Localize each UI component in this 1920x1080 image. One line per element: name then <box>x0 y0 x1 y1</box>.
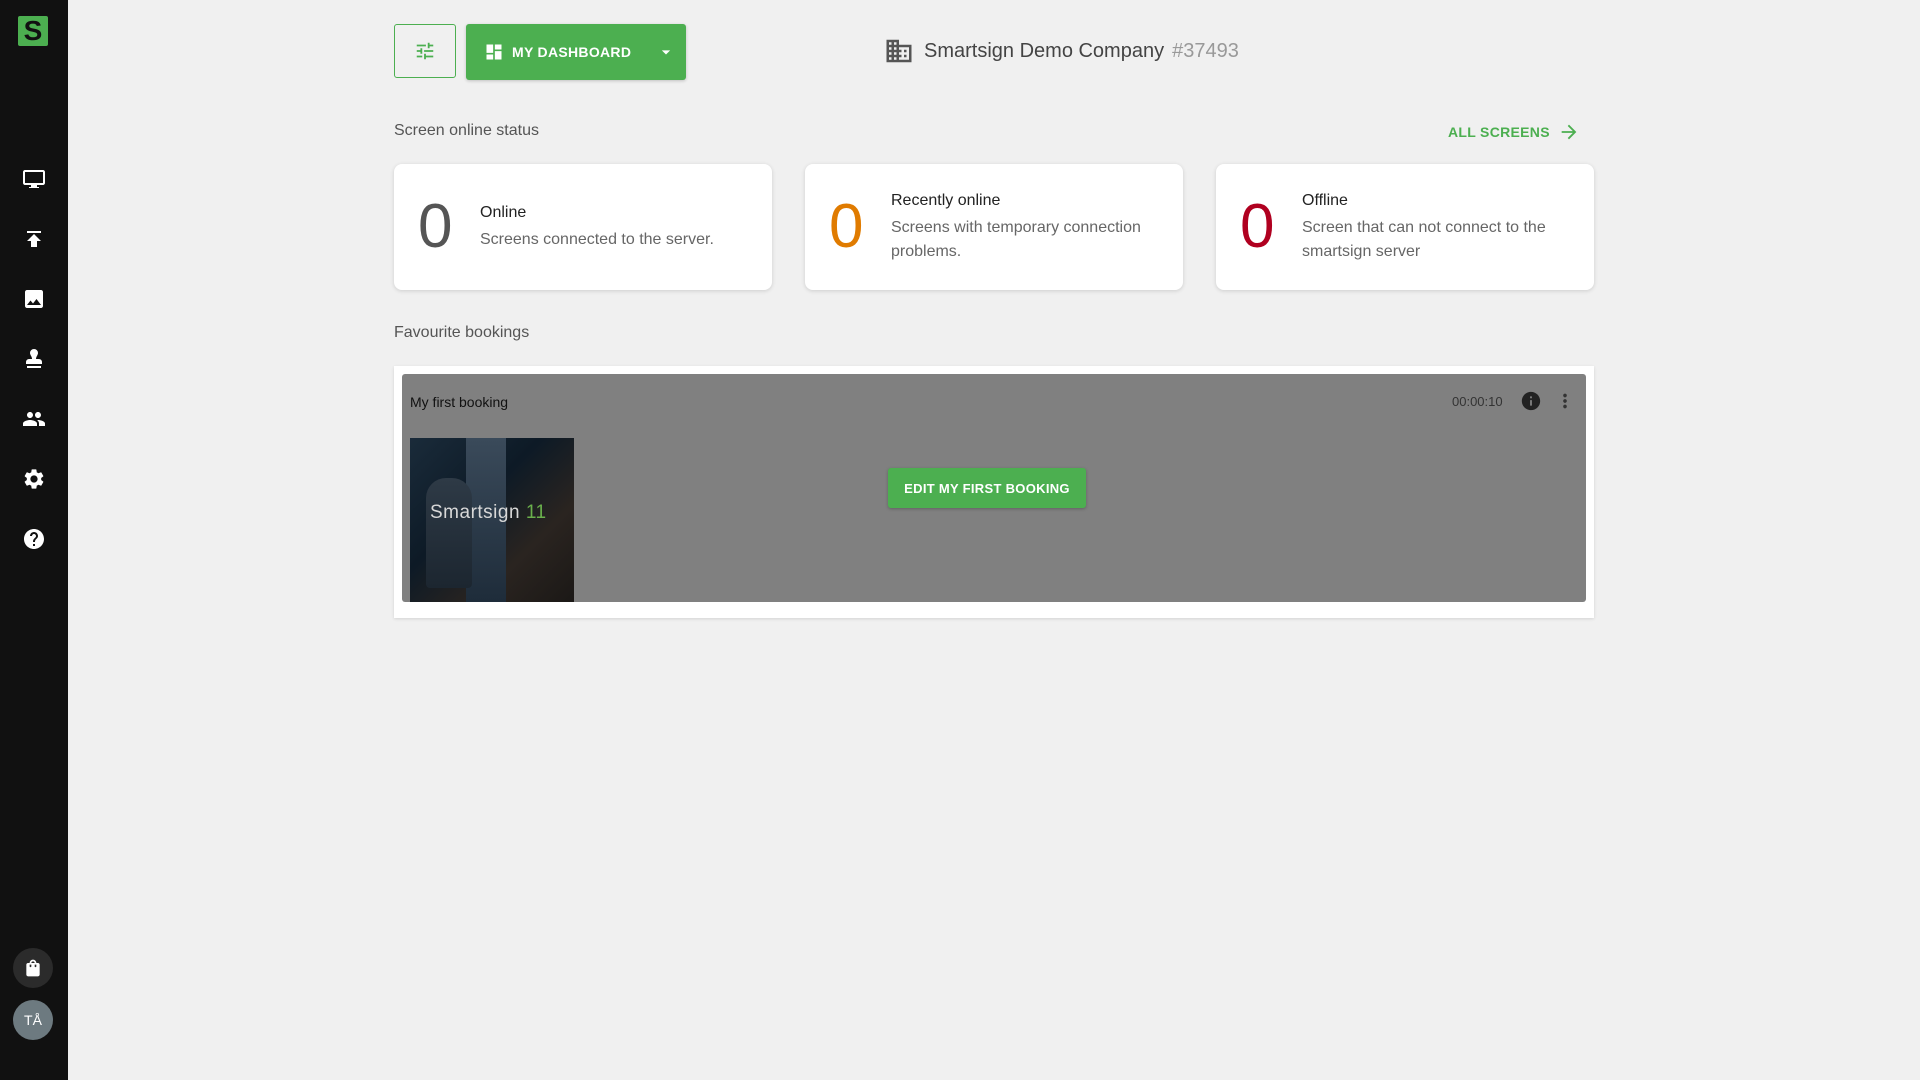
shop-button[interactable] <box>13 948 53 988</box>
sidebar-item-bookings[interactable] <box>0 335 68 383</box>
company-id: #37493 <box>1172 39 1239 62</box>
arrow-right-icon <box>1561 124 1577 140</box>
upload-icon <box>27 231 41 247</box>
sidebar-item-publish[interactable] <box>0 215 68 263</box>
offline-description: Screen that can not connect to the smart… <box>1302 219 1546 260</box>
booking-title: My first booking <box>410 394 509 410</box>
edit-booking-button[interactable]: EDIT MY FIRST BOOKING <box>888 468 1086 508</box>
building-icon <box>886 39 912 63</box>
online-count: 0 <box>418 192 453 261</box>
dashboard-icon <box>486 44 502 60</box>
company-header: Smartsign Demo Company #37493 <box>884 36 1239 66</box>
booking-card[interactable]: My first booking 00:00:10 Smartsign 11 E… <box>402 374 1586 602</box>
sidebar-item-users[interactable] <box>0 395 68 443</box>
sidebar-item-help[interactable] <box>0 515 68 563</box>
sidebar-item-screens[interactable] <box>0 155 68 203</box>
stamp-icon <box>26 349 42 368</box>
online-title: Online <box>480 204 527 221</box>
user-avatar[interactable]: TÅ <box>13 1000 53 1040</box>
people-icon <box>23 412 45 426</box>
thumbnail-brand-text: Smartsign <box>430 502 521 523</box>
recently-online-title: Recently online <box>891 192 1001 209</box>
offline-title: Offline <box>1302 192 1348 209</box>
company-name: Smartsign Demo Company <box>924 39 1165 62</box>
gear-icon <box>24 469 44 489</box>
status-card-online[interactable]: 0 Online Screens connected to the server… <box>394 164 772 290</box>
booking-duration: 00:00:10 <box>1452 394 1503 409</box>
image-icon <box>25 290 43 308</box>
favourite-bookings-panel: My first booking 00:00:10 Smartsign 11 E… <box>394 366 1594 618</box>
thumbnail-person <box>426 478 472 588</box>
dashboard-selector-button[interactable]: MY DASHBOARD <box>466 24 686 80</box>
booking-thumbnail[interactable]: Smartsign 11 <box>410 438 574 602</box>
screen-status-title: Screen online status <box>394 122 539 139</box>
info-icon[interactable] <box>1520 390 1542 412</box>
online-description: Screens connected to the server. <box>480 231 714 248</box>
help-icon <box>24 529 44 549</box>
tune-icon <box>416 42 434 60</box>
dashboard-label: MY DASHBOARD <box>512 44 632 60</box>
thumbnail-brand-number: 11 <box>525 502 547 523</box>
smartsign-logo[interactable]: S <box>18 16 48 46</box>
all-screens-link[interactable]: ALL SCREENS <box>1448 120 1580 144</box>
offline-count: 0 <box>1240 192 1275 261</box>
sidebar: S TÅ <box>0 0 68 1080</box>
thumbnail-brand: Smartsign 11 <box>430 502 547 524</box>
caret-down-icon[interactable] <box>656 42 676 62</box>
monitor-icon <box>23 170 45 188</box>
shopping-bag-icon <box>26 959 40 977</box>
more-vert-icon[interactable] <box>1554 390 1576 412</box>
status-card-offline[interactable]: 0 Offline Screen that can not connect to… <box>1216 164 1594 290</box>
favourite-bookings-title: Favourite bookings <box>394 324 530 341</box>
filter-button[interactable] <box>394 24 456 78</box>
recently-online-count: 0 <box>829 192 864 261</box>
sidebar-item-settings[interactable] <box>0 455 68 503</box>
status-card-recently-online[interactable]: 0 Recently online Screens with temporary… <box>805 164 1183 290</box>
recently-online-description: Screens with temporary connection proble… <box>891 219 1141 260</box>
all-screens-label: ALL SCREENS <box>1448 124 1550 140</box>
sidebar-item-media[interactable] <box>0 275 68 323</box>
